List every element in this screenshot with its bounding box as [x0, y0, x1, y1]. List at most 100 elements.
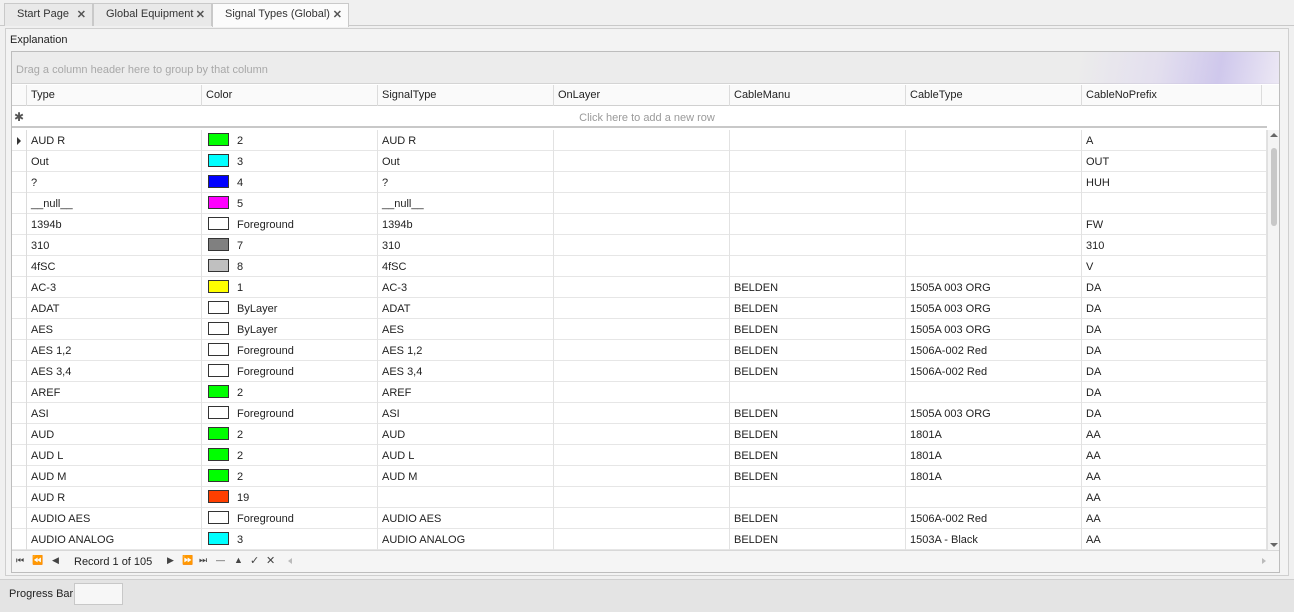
cell-type[interactable]: ADAT: [27, 298, 202, 319]
cell-cablemanu[interactable]: [730, 214, 906, 235]
row-indicator[interactable]: [12, 319, 27, 340]
cell-onlayer[interactable]: [554, 193, 730, 214]
cell-cabletype[interactable]: [906, 382, 1082, 403]
table-row[interactable]: 310 7 310 310: [12, 235, 1267, 256]
cell-color[interactable]: Foreground: [202, 403, 378, 424]
cell-cabletype[interactable]: [906, 487, 1082, 508]
row-indicator[interactable]: [12, 487, 27, 508]
cell-cablemanu[interactable]: BELDEN: [730, 403, 906, 424]
previous-record-icon[interactable]: ◀: [52, 555, 59, 566]
cell-cabletype[interactable]: [906, 193, 1082, 214]
horizontal-scrollbar[interactable]: [288, 556, 1266, 567]
cell-type[interactable]: AUD R: [27, 130, 202, 151]
cell-color[interactable]: 1: [202, 277, 378, 298]
scroll-up-icon[interactable]: [1270, 133, 1278, 137]
cell-color[interactable]: 2: [202, 445, 378, 466]
cell-type[interactable]: AUD: [27, 424, 202, 445]
row-indicator[interactable]: [12, 361, 27, 382]
table-row[interactable]: AUDIO AES Foreground AUDIO AES BELDEN 1506A-…: [12, 508, 1267, 529]
cell-cabletype[interactable]: 1503A - Black: [906, 529, 1082, 550]
cell-cablenoprefix[interactable]: DA: [1082, 361, 1267, 382]
row-indicator[interactable]: [12, 424, 27, 445]
table-row[interactable]: AES 1,2 Foreground AES 1,2 BELDEN 1506A-002 …: [12, 340, 1267, 361]
cell-onlayer[interactable]: [554, 319, 730, 340]
row-indicator[interactable]: [12, 151, 27, 172]
cell-onlayer[interactable]: [554, 382, 730, 403]
group-by-panel[interactable]: Drag a column header here to group by th…: [12, 52, 1279, 84]
new-item-row[interactable]: ✱ Click here to add a new row: [12, 107, 1267, 128]
row-indicator[interactable]: [12, 466, 27, 487]
cell-type[interactable]: AES: [27, 319, 202, 340]
cell-cablenoprefix[interactable]: DA: [1082, 298, 1267, 319]
close-icon[interactable]: ✕: [333, 8, 342, 21]
cell-color[interactable]: 2: [202, 466, 378, 487]
cell-cabletype[interactable]: [906, 256, 1082, 277]
cell-type[interactable]: AUD L: [27, 445, 202, 466]
scroll-right-icon[interactable]: [1262, 558, 1266, 564]
cell-onlayer[interactable]: [554, 256, 730, 277]
row-indicator[interactable]: [12, 403, 27, 424]
cell-color[interactable]: Foreground: [202, 508, 378, 529]
cell-onlayer[interactable]: [554, 151, 730, 172]
table-row[interactable]: 1394b Foreground 1394b FW: [12, 214, 1267, 235]
cell-cablenoprefix[interactable]: V: [1082, 256, 1267, 277]
table-row[interactable]: 4fSC 8 4fSC V: [12, 256, 1267, 277]
cell-cablenoprefix[interactable]: AA: [1082, 508, 1267, 529]
cell-onlayer[interactable]: [554, 445, 730, 466]
tab-start-page[interactable]: Start Page ✕: [4, 3, 93, 26]
column-header-cablenoprefix[interactable]: CableNoPrefix: [1082, 85, 1262, 106]
cell-type[interactable]: Out: [27, 151, 202, 172]
table-row[interactable]: Out 3 Out OUT: [12, 151, 1267, 172]
cell-cablenoprefix[interactable]: AA: [1082, 424, 1267, 445]
cell-color[interactable]: 4: [202, 172, 378, 193]
cell-cablemanu[interactable]: [730, 151, 906, 172]
cell-cablenoprefix[interactable]: AA: [1082, 445, 1267, 466]
cell-cabletype[interactable]: 1505A 003 ORG: [906, 403, 1082, 424]
cell-onlayer[interactable]: [554, 172, 730, 193]
cell-cabletype[interactable]: [906, 130, 1082, 151]
last-record-icon[interactable]: ⏭: [199, 555, 207, 566]
cell-cabletype[interactable]: 1801A: [906, 445, 1082, 466]
cell-cablemanu[interactable]: BELDEN: [730, 466, 906, 487]
next-page-icon[interactable]: ⏩: [182, 555, 193, 566]
scroll-down-icon[interactable]: [1270, 543, 1278, 547]
row-indicator[interactable]: [12, 529, 27, 550]
cell-onlayer[interactable]: [554, 403, 730, 424]
cell-type[interactable]: AREF: [27, 382, 202, 403]
cell-color[interactable]: 2: [202, 130, 378, 151]
cell-cablenoprefix[interactable]: OUT: [1082, 151, 1267, 172]
column-header-cablemanu[interactable]: CableManu: [730, 85, 906, 106]
tab-signal-types-global[interactable]: Signal Types (Global) ✕: [212, 3, 349, 27]
cell-type[interactable]: 1394b: [27, 214, 202, 235]
cell-cablemanu[interactable]: BELDEN: [730, 508, 906, 529]
row-indicator[interactable]: [12, 340, 27, 361]
table-row[interactable]: AUD L 2 AUD L BELDEN 1801A AA: [12, 445, 1267, 466]
cell-cablenoprefix[interactable]: DA: [1082, 382, 1267, 403]
cell-signaltype[interactable]: AUD M: [378, 466, 554, 487]
cell-cablenoprefix[interactable]: DA: [1082, 319, 1267, 340]
cell-cablemanu[interactable]: [730, 487, 906, 508]
cell-type[interactable]: AES 3,4: [27, 361, 202, 382]
cancel-edit-icon[interactable]: ✕: [266, 554, 275, 567]
cell-cablenoprefix[interactable]: AA: [1082, 466, 1267, 487]
cell-type[interactable]: AUD M: [27, 466, 202, 487]
row-indicator[interactable]: [12, 298, 27, 319]
cell-cabletype[interactable]: [906, 235, 1082, 256]
cell-cablemanu[interactable]: [730, 382, 906, 403]
column-header-onlayer[interactable]: OnLayer: [554, 85, 730, 106]
cell-type[interactable]: ?: [27, 172, 202, 193]
cell-onlayer[interactable]: [554, 130, 730, 151]
cell-cabletype[interactable]: 1505A 003 ORG: [906, 277, 1082, 298]
cell-type[interactable]: ASI: [27, 403, 202, 424]
first-record-icon[interactable]: ⏮: [16, 555, 24, 566]
cell-cabletype[interactable]: 1506A-002 Red: [906, 508, 1082, 529]
table-row[interactable]: AES 3,4 Foreground AES 3,4 BELDEN 1506A-002 …: [12, 361, 1267, 382]
remove-record-icon[interactable]: —: [216, 555, 225, 565]
cell-signaltype[interactable]: ?: [378, 172, 554, 193]
cell-cabletype[interactable]: 1506A-002 Red: [906, 361, 1082, 382]
tab-global-equipment[interactable]: Global Equipment ✕: [93, 3, 212, 26]
cell-cablenoprefix[interactable]: FW: [1082, 214, 1267, 235]
cell-signaltype[interactable]: 310: [378, 235, 554, 256]
close-icon[interactable]: ✕: [196, 8, 205, 21]
table-row[interactable]: ASI Foreground ASI BELDEN 1505A 003 ORG DA: [12, 403, 1267, 424]
